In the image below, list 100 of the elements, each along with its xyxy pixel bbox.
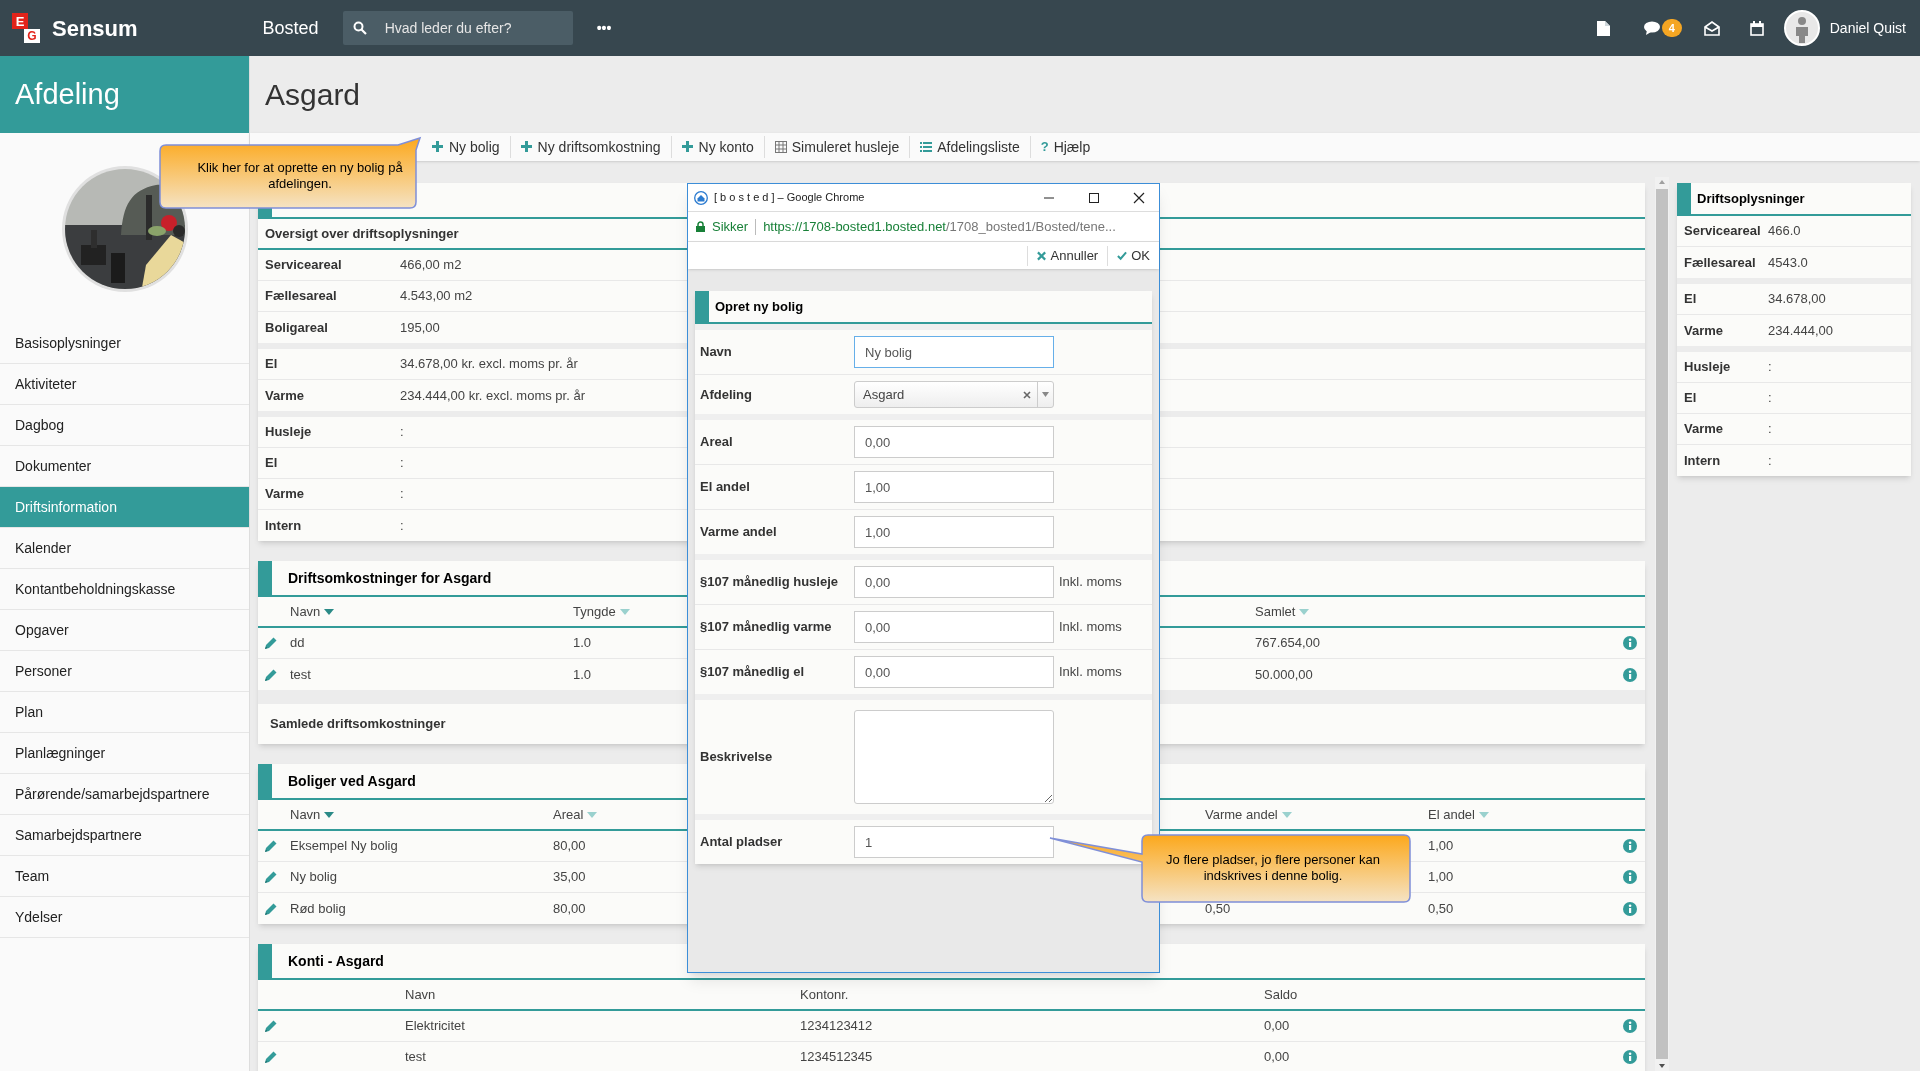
dropdown-caret-icon[interactable]	[1042, 392, 1049, 397]
table-cell-text: 50.000,00	[1255, 665, 1313, 684]
pencil-icon[interactable]	[264, 1019, 278, 1033]
calendar-icon[interactable]	[1749, 20, 1764, 36]
sort-caret-icon[interactable]	[324, 608, 335, 615]
address-bar[interactable]: https://1708-bosted1.bosted.net/1708_bosted1/Bosted/tene...	[763, 216, 1116, 237]
input-field[interactable]: Ny bolig	[854, 336, 1054, 368]
field-label: Husleje	[264, 423, 313, 442]
sidebar-item[interactable]: Basisoplysninger	[0, 323, 249, 364]
field-value: 466.0	[1768, 222, 1801, 241]
cancel-button[interactable]: Annuller	[1026, 245, 1108, 266]
envelope-icon[interactable]	[1703, 20, 1720, 36]
sidebar-item[interactable]: Pårørende/samarbejdspartnere	[0, 774, 249, 815]
pencil-icon[interactable]	[264, 1050, 278, 1064]
sidebar-item[interactable]: Aktiviteter	[0, 364, 249, 405]
info-icon[interactable]	[1623, 636, 1637, 650]
input-field[interactable]: 1,00	[854, 516, 1054, 548]
more-button[interactable]: •••	[596, 17, 612, 39]
field-label: Varme	[264, 485, 306, 504]
info-icon[interactable]	[1623, 839, 1637, 853]
table-cell-text: Elektricitet	[405, 1017, 465, 1036]
input-field[interactable]: 1,00	[854, 471, 1054, 503]
info-icon[interactable]	[1623, 870, 1637, 884]
plus-icon	[681, 141, 694, 153]
info-icon[interactable]	[1623, 1019, 1637, 1033]
field-label: El andel	[699, 478, 751, 497]
field-label: Beskrivelse	[699, 748, 774, 767]
form-title: Opret ny bolig	[714, 297, 804, 316]
column-header[interactable]: Navn	[290, 601, 335, 622]
table-cell-text: 767.654,00	[1255, 634, 1321, 653]
info-icon[interactable]	[1623, 667, 1637, 682]
toolbar-button[interactable]: ? Hjælp	[1030, 136, 1101, 158]
field-label: Varme	[1683, 321, 1725, 340]
field-value: 4.543,00 m2	[400, 287, 473, 306]
user-avatar-icon[interactable]	[1783, 10, 1820, 46]
description-field[interactable]	[854, 710, 1054, 804]
field-value: 466,00 m2	[400, 256, 462, 275]
help-icon: ?	[1040, 137, 1049, 157]
field-label: El	[264, 454, 279, 473]
sidebar-item[interactable]: Dagbog	[0, 405, 249, 446]
sidebar-item[interactable]: Kalender	[0, 528, 249, 569]
toolbar-button[interactable]: Afdelingsliste	[910, 136, 1031, 158]
column-header[interactable]: Varme andel	[1205, 804, 1292, 825]
sidebar-item[interactable]: Personer	[0, 651, 249, 692]
column-header[interactable]: El andel	[1428, 804, 1489, 825]
field-value: :	[1768, 389, 1772, 408]
message-count-badge: 4	[1661, 19, 1682, 37]
module-name[interactable]: Bosted	[262, 14, 319, 42]
field-label: Varme andel	[699, 523, 778, 542]
toolbar-button[interactable]: Ny konto	[671, 136, 765, 158]
pencil-icon[interactable]	[264, 636, 278, 650]
input-field[interactable]: 1	[854, 826, 1054, 858]
sidebar-title: Afdeling	[15, 76, 120, 112]
search-icon	[352, 21, 367, 35]
field-label: El	[264, 355, 279, 374]
column-header[interactable]: Kontonr.	[800, 984, 849, 1005]
column-header[interactable]: Tyngde	[573, 601, 630, 622]
sidebar-item[interactable]: Team	[0, 856, 249, 897]
search-field[interactable]: Hvad leder du efter?	[342, 11, 573, 45]
user-name[interactable]: Daniel Quist	[1829, 17, 1906, 39]
input-field[interactable]: 0,00	[854, 656, 1054, 688]
sidebar-item[interactable]: Ydelser	[0, 897, 249, 938]
check-icon	[1117, 250, 1128, 261]
close-icon[interactable]	[1133, 191, 1145, 204]
toolbar-button[interactable]: Simuleret husleje	[764, 136, 911, 158]
toolbar-button[interactable]: Ny driftsomkostning	[510, 136, 672, 158]
column-header[interactable]: Samlet	[1255, 601, 1310, 622]
column-header[interactable]: Areal	[553, 804, 598, 825]
sidebar-item[interactable]: Kontantbeholdningskasse	[0, 569, 249, 610]
info-icon[interactable]	[1623, 901, 1637, 916]
pencil-icon[interactable]	[264, 839, 278, 853]
column-header[interactable]: Navn	[405, 984, 436, 1005]
panel-title: Konti - Asgard	[287, 951, 384, 971]
sidebar-item[interactable]: Samarbejdspartnere	[0, 815, 249, 856]
info-icon[interactable]	[1623, 1050, 1637, 1064]
sidebar-item[interactable]: Plan	[0, 692, 249, 733]
clear-icon[interactable]	[1023, 390, 1031, 399]
panel-title: Driftsomkostninger for Asgard	[287, 568, 492, 588]
chat-icon[interactable]	[1643, 21, 1660, 35]
table-cell-text: test	[405, 1048, 426, 1067]
sidebar-item[interactable]: Planlægninger	[0, 733, 249, 774]
field-suffix: Inkl. moms	[1059, 618, 1122, 637]
sort-caret-icon[interactable]	[324, 811, 335, 818]
toolbar-button[interactable]: Ny bolig	[422, 136, 511, 158]
maximize-icon[interactable]	[1088, 191, 1100, 204]
pencil-icon[interactable]	[264, 901, 278, 916]
table-cell-text: dd	[290, 634, 305, 653]
field-value: :	[1768, 451, 1772, 470]
pencil-icon[interactable]	[264, 667, 278, 682]
ok-button[interactable]: OK	[1107, 245, 1159, 266]
document-icon[interactable]	[1596, 20, 1610, 36]
pencil-icon[interactable]	[264, 870, 278, 884]
scrollbar[interactable]	[1655, 177, 1669, 1071]
input-field[interactable]: 0,00	[854, 426, 1054, 458]
input-field[interactable]: 0,00	[854, 566, 1054, 598]
column-header[interactable]: Navn	[290, 804, 335, 825]
input-field[interactable]: 0,00	[854, 611, 1054, 643]
column-header[interactable]: Saldo	[1264, 984, 1298, 1005]
select-field[interactable]: Asgard	[854, 381, 1054, 408]
sidebar-item[interactable]: Opgaver	[0, 610, 249, 651]
